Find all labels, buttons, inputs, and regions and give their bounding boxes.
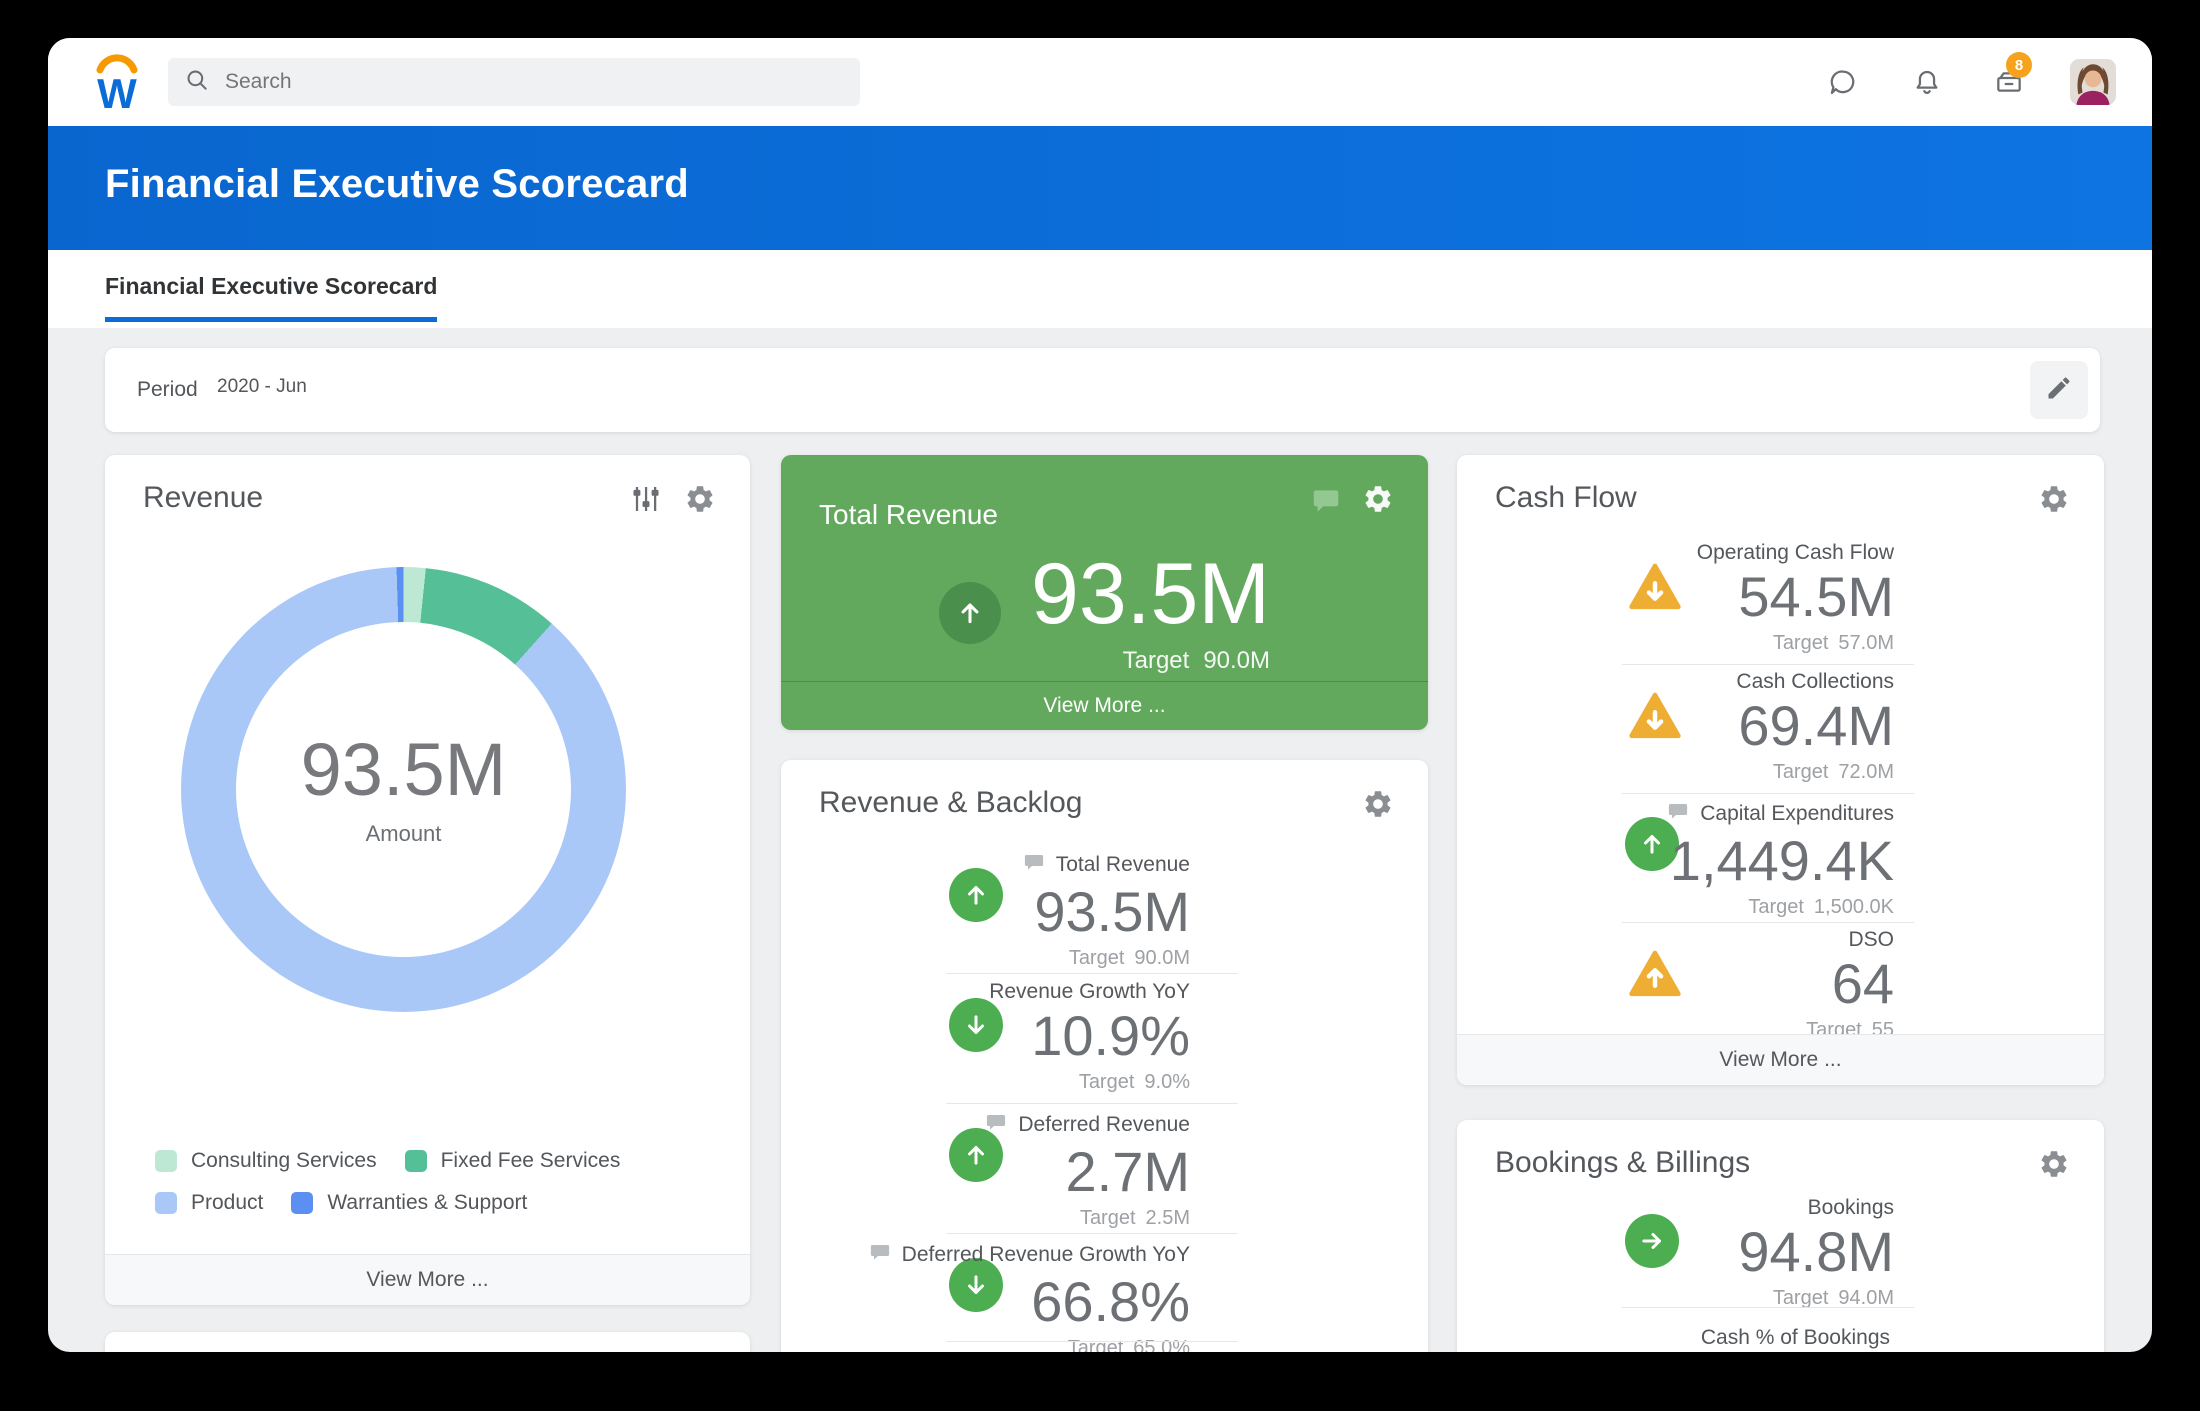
bookings-billings-card: Bookings & Billings Bookings 94.8M Targe… <box>1457 1120 2104 1352</box>
comment-icon <box>868 1240 892 1270</box>
legend-swatch <box>155 1192 177 1214</box>
chart-settings-sliders-icon[interactable] <box>630 483 662 515</box>
total-revenue-target: Target90.0M <box>1123 647 1270 675</box>
donut-center-value: 93.5M <box>301 733 507 807</box>
donut-center-label: Amount <box>366 821 442 847</box>
kpi-row-total-revenue[interactable]: Total Revenue 93.5M Target90.0M <box>781 844 1428 974</box>
warning-triangle-down-icon <box>1625 688 1685 744</box>
arrow-right-circle-icon <box>1625 1214 1679 1268</box>
arrow-up-circle-icon <box>949 868 1003 922</box>
chat-icon[interactable] <box>1827 66 1859 98</box>
total-revenue-title: Total Revenue <box>819 499 998 531</box>
view-more-link[interactable]: View More ... <box>781 681 1428 730</box>
kpi-row-capital-expenditures[interactable]: Capital Expenditures 1,449.4K Target1,50… <box>1457 793 2104 923</box>
legend-item: Fixed Fee Services <box>405 1149 621 1173</box>
inbox-badge: 8 <box>2006 52 2032 78</box>
cash-flow-card: Cash Flow Operating Cash Flow 54.5M Targ… <box>1457 455 2104 1085</box>
legend-item: Product <box>155 1191 263 1215</box>
revenue-card-title: Revenue <box>143 481 263 515</box>
total-revenue-value: 93.5M <box>1031 551 1270 637</box>
cash-flow-title: Cash Flow <box>1495 481 1637 515</box>
logo-arc <box>100 58 134 70</box>
kpi-row-deferred-revenue-growth-yoy[interactable]: Deferred Revenue Growth YoY 66.8% Target… <box>781 1234 1428 1342</box>
revenue-backlog-card: Revenue & Backlog Total Revenue 93.5M Ta… <box>781 760 1428 1352</box>
revenue-card: Revenue 93.5M Amount Consulting Services <box>105 455 750 1305</box>
legend-item: Warranties & Support <box>291 1191 527 1215</box>
workday-logo[interactable]: W <box>90 50 144 114</box>
search-icon <box>184 67 210 98</box>
legend-item: Consulting Services <box>155 1149 377 1173</box>
tab-financial-executive-scorecard[interactable]: Financial Executive Scorecard <box>105 273 437 322</box>
legend-swatch <box>405 1150 427 1172</box>
kpi-row-dso[interactable]: DSO 64 Target55 <box>1457 922 2104 1035</box>
kpi-label-cash-percent-of-bookings: Cash % of Bookings <box>1701 1326 1890 1350</box>
gear-icon[interactable] <box>2038 1148 2070 1180</box>
donut-legend: Consulting Services Fixed Fee Services P… <box>155 1149 725 1215</box>
kpi-row-deferred-revenue[interactable]: Deferred Revenue 2.7M Target2.5M <box>781 1104 1428 1234</box>
edit-period-button[interactable] <box>2030 361 2088 419</box>
period-label: Period <box>137 378 198 402</box>
period-value: 2020 - Jun <box>217 376 307 398</box>
comment-icon <box>1666 799 1690 829</box>
search-bar[interactable] <box>168 58 860 106</box>
comment-icon <box>984 1110 1008 1140</box>
kpi-row-operating-cash-flow[interactable]: Operating Cash Flow 54.5M Target57.0M <box>1457 535 2104 665</box>
kpi-row-revenue-growth-yoy[interactable]: Revenue Growth YoY 10.9% Target9.0% <box>781 974 1428 1104</box>
gear-icon[interactable] <box>2038 483 2070 515</box>
legend-swatch <box>155 1150 177 1172</box>
tab-bar: Financial Executive Scorecard <box>48 250 2152 328</box>
svg-text:W: W <box>97 70 137 114</box>
pencil-icon <box>2045 374 2073 407</box>
comment-icon <box>1022 850 1046 880</box>
notifications-bell-icon[interactable] <box>1911 66 1943 98</box>
partial-card <box>105 1332 750 1352</box>
search-input[interactable] <box>223 69 844 95</box>
page-title: Financial Executive Scorecard <box>105 162 689 207</box>
arrow-up-circle-icon <box>939 582 1001 644</box>
top-bar: W <box>48 38 2152 126</box>
legend-swatch <box>291 1192 313 1214</box>
donut-center: 93.5M Amount <box>236 622 571 957</box>
gear-icon[interactable] <box>1362 788 1394 820</box>
comment-icon[interactable] <box>1310 485 1342 517</box>
kpi-row-bookings[interactable]: Bookings 94.8M Target94.0M <box>1457 1190 2104 1308</box>
view-more-link[interactable]: View More ... <box>105 1254 750 1305</box>
revenue-donut-chart[interactable]: 93.5M Amount <box>181 567 626 1012</box>
gear-icon[interactable] <box>1362 483 1394 515</box>
revenue-backlog-title: Revenue & Backlog <box>819 786 1083 820</box>
app-window: W <box>48 38 2152 1352</box>
view-more-link[interactable]: View More ... <box>1457 1034 2104 1085</box>
total-revenue-hero: 93.5M Target90.0M <box>781 551 1428 675</box>
kpi-row-cash-collections[interactable]: Cash Collections 69.4M Target72.0M <box>1457 664 2104 794</box>
page-header: Financial Executive Scorecard <box>48 126 2152 250</box>
period-card: Period 2020 - Jun <box>105 348 2100 432</box>
warning-triangle-down-icon <box>1625 559 1685 615</box>
warning-triangle-up-icon <box>1625 946 1685 1002</box>
profile-avatar[interactable] <box>2070 59 2116 105</box>
total-revenue-card: Total Revenue 93.5M Target90.0M View Mor… <box>781 455 1428 730</box>
bookings-billings-title: Bookings & Billings <box>1495 1146 1750 1180</box>
gear-icon[interactable] <box>684 483 716 515</box>
